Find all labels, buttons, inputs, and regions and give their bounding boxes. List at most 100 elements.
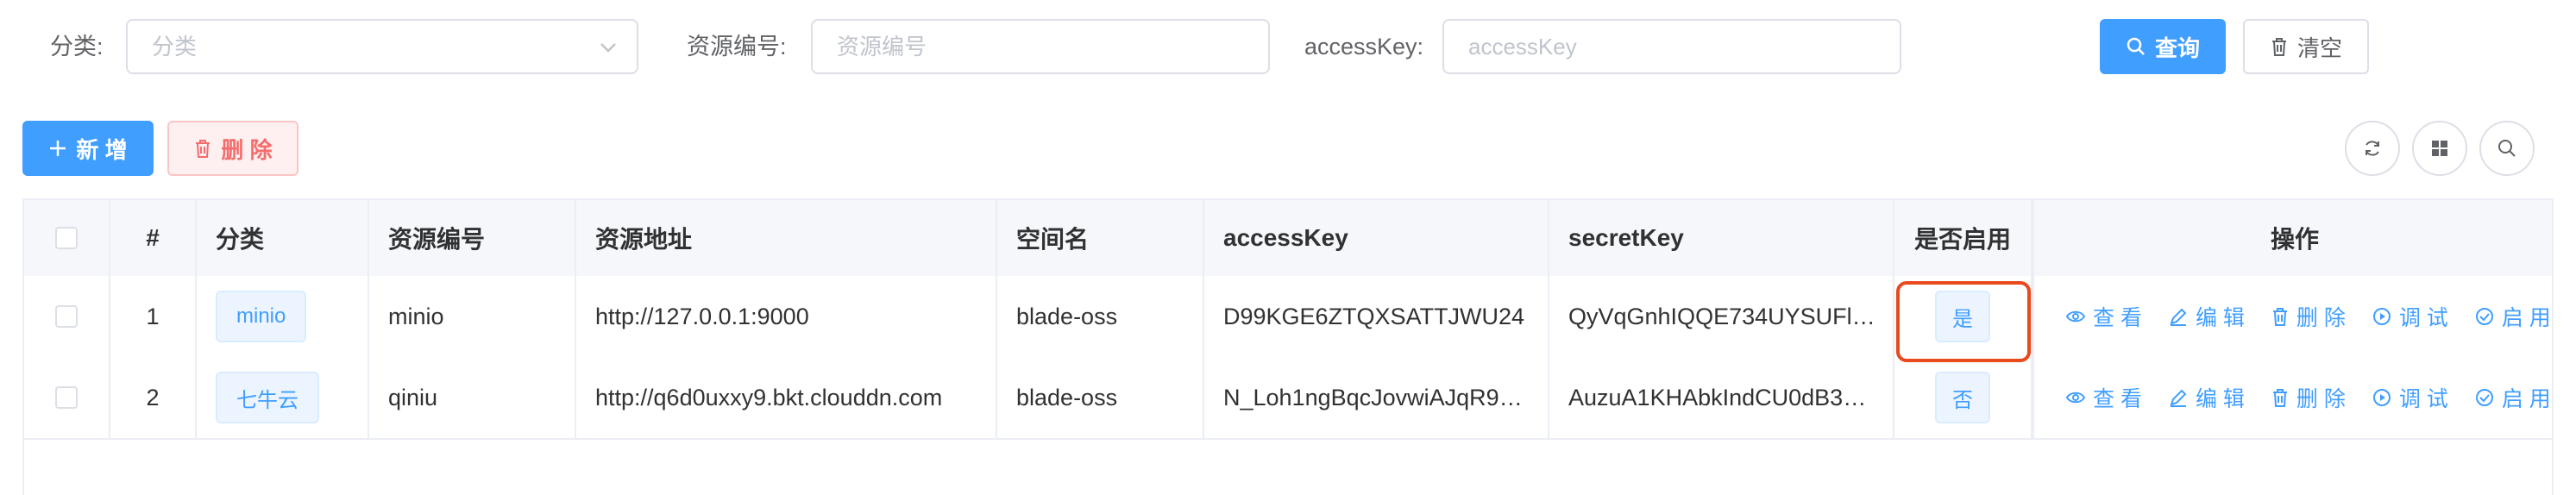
enable-action[interactable]: 启 用	[2474, 382, 2551, 413]
check-circle-icon	[2475, 389, 2493, 406]
header-enabled: 是否启用	[1894, 200, 2033, 276]
row-address: http://127.0.0.1:9000	[576, 276, 997, 357]
enable-action-label: 启 用	[2501, 387, 2551, 411]
row-category: 七牛云	[197, 357, 369, 438]
code-input[interactable]: 资源编号	[811, 19, 1270, 74]
row-code: qiniu	[369, 357, 576, 438]
header-index: #	[110, 200, 197, 276]
row-bucket: blade-oss	[997, 357, 1204, 438]
table-row: 2 七牛云 qiniu http://q6d0uxxy9.bkt.clouddn…	[24, 357, 2552, 440]
refresh-icon	[2366, 141, 2379, 156]
check-circle-icon	[2475, 308, 2493, 325]
edit-icon	[2170, 389, 2187, 407]
view-action-label: 查 看	[2093, 387, 2142, 411]
edit-action[interactable]: 编 辑	[2168, 301, 2245, 332]
secret-key-value: AuzuA1KHAbkIndCU0dB3Zfii2O3crHNODDmpxHRS	[1568, 384, 1877, 410]
eye-icon	[2065, 310, 2086, 323]
add-button[interactable]: 新 增	[22, 121, 154, 176]
header-address: 资源地址	[576, 200, 997, 276]
header-code: 资源编号	[369, 200, 576, 276]
row-actions: 查 看 编 辑 删 除 调 试 启 用	[2033, 276, 2555, 357]
enabled-tag: 否	[1935, 372, 1990, 423]
category-tag: 七牛云	[216, 372, 319, 423]
trash-icon	[2272, 389, 2287, 407]
edit-action-label: 编 辑	[2195, 306, 2245, 330]
header-secret-key: secretKey	[1549, 200, 1894, 276]
category-tag: minio	[216, 291, 307, 342]
clear-button[interactable]: 清空	[2243, 19, 2369, 74]
header-category: 分类	[197, 200, 369, 276]
delete-action-label: 删 除	[2296, 387, 2346, 411]
header-actions: 操作	[2033, 200, 2555, 276]
data-table: # 分类 资源编号 资源地址 空间名 accessKey secretKey 是…	[22, 198, 2554, 495]
edit-action[interactable]: 编 辑	[2168, 382, 2245, 413]
delete-action-label: 删 除	[2296, 306, 2346, 330]
search-icon	[2498, 140, 2516, 157]
play-circle-icon	[2372, 389, 2391, 406]
table-header: # 分类 资源编号 资源地址 空间名 accessKey secretKey 是…	[24, 200, 2552, 278]
access-key-placeholder: accessKey	[1468, 34, 1577, 60]
query-button-label: 查询	[2154, 34, 2200, 61]
row-checkbox[interactable]	[55, 305, 78, 328]
debug-action-label: 调 试	[2398, 306, 2448, 330]
view-action[interactable]: 查 看	[2065, 301, 2142, 332]
debug-action-label: 调 试	[2398, 387, 2448, 411]
debug-action[interactable]: 调 试	[2372, 382, 2448, 413]
row-access-key: N_Loh1ngBqcJovwiAJqR91Ifj2vgOWHOf8AwBA_h	[1204, 357, 1549, 438]
row-enabled: 否	[1894, 357, 2033, 438]
row-bucket: blade-oss	[997, 276, 1204, 357]
access-key-value: N_Loh1ngBqcJovwiAJqR91Ifj2vgOWHOf8AwBA_h	[1223, 384, 1532, 410]
view-action-label: 查 看	[2093, 306, 2142, 330]
add-button-label: 新 增	[76, 136, 128, 163]
row-address: http://q6d0uxxy9.bkt.clouddn.com	[576, 357, 997, 438]
search-toggle-button[interactable]	[2479, 121, 2535, 176]
row-index: 1	[110, 276, 197, 357]
edit-action-label: 编 辑	[2195, 387, 2245, 411]
trash-icon	[196, 140, 210, 158]
refresh-button[interactable]	[2345, 121, 2400, 176]
code-placeholder: 资源编号	[837, 34, 927, 60]
clear-button-label: 清空	[2296, 34, 2342, 61]
category-select[interactable]: 分类	[126, 19, 638, 74]
row-select[interactable]	[24, 276, 110, 357]
access-key-input[interactable]: accessKey	[1442, 19, 1901, 74]
category-label: 分类:	[50, 34, 104, 60]
row-checkbox[interactable]	[55, 386, 78, 409]
trash-icon	[2271, 38, 2286, 56]
row-actions: 查 看 编 辑 删 除 调 试 启 用	[2033, 357, 2555, 438]
header-select-all[interactable]	[24, 200, 110, 276]
row-index: 2	[110, 357, 197, 438]
row-secret-key: QyVqGnhIQQE734UYSUFlGOZG9jPuC8QaLNFvlQGC	[1549, 276, 1894, 357]
row-code: minio	[369, 276, 576, 357]
debug-action[interactable]: 调 试	[2372, 301, 2448, 332]
category-placeholder: 分类	[152, 34, 198, 60]
enabled-cell-highlight	[1896, 281, 2031, 362]
table-row: 1 minio minio http://127.0.0.1:9000 blad…	[24, 276, 2552, 359]
delete-button-label: 删 除	[221, 136, 273, 163]
play-circle-icon	[2372, 308, 2391, 325]
eye-icon	[2065, 392, 2086, 404]
edit-icon	[2170, 308, 2187, 326]
access-key-label: accessKey:	[1304, 34, 1424, 60]
delete-action[interactable]: 删 除	[2271, 301, 2346, 332]
search-icon	[2127, 37, 2145, 55]
query-button[interactable]: 查询	[2100, 19, 2226, 74]
row-category: minio	[197, 276, 369, 357]
enable-action[interactable]: 启 用	[2474, 301, 2551, 332]
chevron-down-icon	[600, 43, 616, 53]
code-label: 资源编号:	[687, 34, 787, 60]
grid-icon	[2432, 141, 2447, 156]
header-access-key: accessKey	[1204, 200, 1549, 276]
access-key-value: D99KGE6ZTQXSATTJWU24	[1223, 303, 1525, 329]
secret-key-value: QyVqGnhIQQE734UYSUFlGOZG9jPuC8QaLNFvlQGC	[1568, 303, 1877, 329]
view-action[interactable]: 查 看	[2065, 382, 2142, 413]
header-bucket: 空间名	[997, 200, 1204, 276]
row-select[interactable]	[24, 357, 110, 438]
enable-action-label: 启 用	[2501, 306, 2551, 330]
plus-icon	[50, 141, 66, 156]
delete-button[interactable]: 删 除	[167, 121, 298, 176]
select-all-checkbox[interactable]	[55, 227, 78, 249]
columns-button[interactable]	[2412, 121, 2467, 176]
row-secret-key: AuzuA1KHAbkIndCU0dB3Zfii2O3crHNODDmpxHRS	[1549, 357, 1894, 438]
delete-action[interactable]: 删 除	[2271, 382, 2346, 413]
